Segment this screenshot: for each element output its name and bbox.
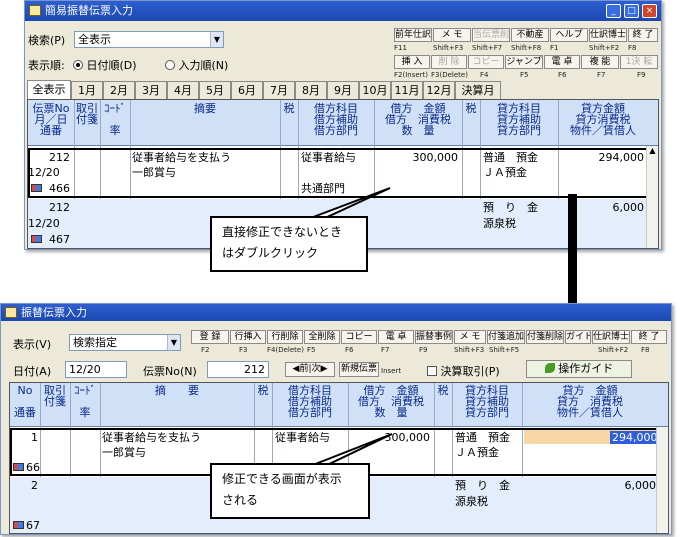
callout-pointer: [299, 433, 393, 471]
callout-bottom-line1: 修正できる画面が表示: [222, 472, 342, 486]
callout-bottom: 修正できる画面が表示 される: [210, 463, 370, 519]
callout-bottom-line2: される: [222, 493, 259, 507]
